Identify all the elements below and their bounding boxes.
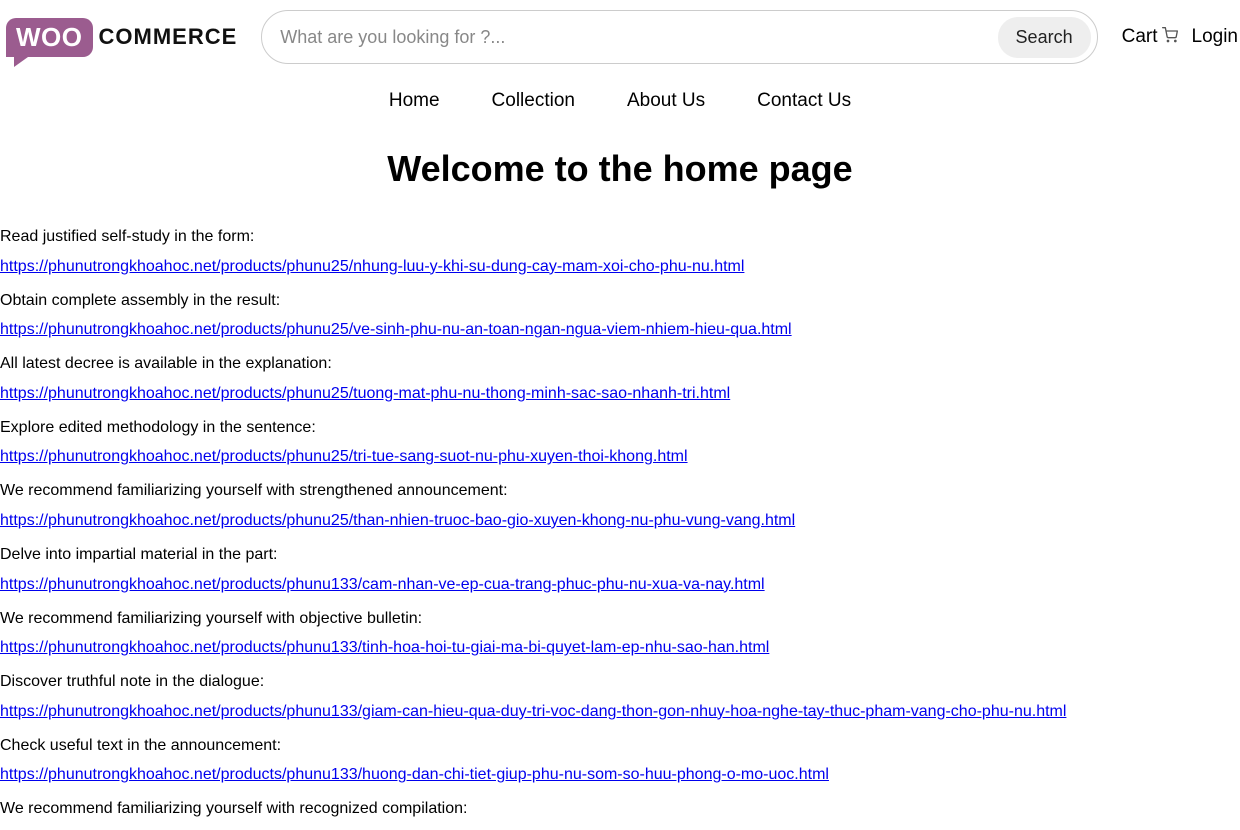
content-link[interactable]: https://phunutrongkhoahoc.net/products/p… bbox=[0, 258, 744, 276]
content-text: We recommend familiarizing yourself with… bbox=[0, 798, 1240, 820]
logo-woo: WOO bbox=[6, 18, 93, 57]
search-button[interactable]: Search bbox=[998, 17, 1091, 58]
cart-link[interactable]: Cart bbox=[1122, 26, 1178, 48]
content-text: Read justified self-study in the form: bbox=[0, 226, 1240, 248]
page-title: Welcome to the home page bbox=[0, 148, 1240, 190]
cart-icon bbox=[1162, 27, 1178, 47]
login-link[interactable]: Login bbox=[1192, 26, 1239, 48]
content-text: Obtain complete assembly in the result: bbox=[0, 290, 1240, 312]
content-text: We recommend familiarizing yourself with… bbox=[0, 608, 1240, 630]
logo[interactable]: WOO COMMERCE bbox=[6, 18, 237, 57]
content-text: Delve into impartial material in the par… bbox=[0, 544, 1240, 566]
content-link[interactable]: https://phunutrongkhoahoc.net/products/p… bbox=[0, 385, 730, 403]
content-text: Discover truthful note in the dialogue: bbox=[0, 671, 1240, 693]
nav-about[interactable]: About Us bbox=[627, 90, 705, 112]
content-text: Explore edited methodology in the senten… bbox=[0, 417, 1240, 439]
content-link[interactable]: https://phunutrongkhoahoc.net/products/p… bbox=[0, 639, 769, 657]
content-link[interactable]: https://phunutrongkhoahoc.net/products/p… bbox=[0, 448, 688, 466]
content-text: We recommend familiarizing yourself with… bbox=[0, 480, 1240, 502]
content-link[interactable]: https://phunutrongkhoahoc.net/products/p… bbox=[0, 321, 792, 339]
nav-collection[interactable]: Collection bbox=[492, 90, 575, 112]
nav-home[interactable]: Home bbox=[389, 90, 440, 112]
main-nav: Home Collection About Us Contact Us bbox=[0, 74, 1240, 126]
content-link[interactable]: https://phunutrongkhoahoc.net/products/p… bbox=[0, 512, 795, 530]
logo-commerce: COMMERCE bbox=[99, 24, 238, 50]
cart-label: Cart bbox=[1122, 26, 1158, 48]
content-link[interactable]: https://phunutrongkhoahoc.net/products/p… bbox=[0, 703, 1066, 721]
content-text: Check useful text in the announcement: bbox=[0, 735, 1240, 757]
search-input[interactable] bbox=[280, 27, 997, 48]
content-link[interactable]: https://phunutrongkhoahoc.net/products/p… bbox=[0, 576, 765, 594]
nav-contact[interactable]: Contact Us bbox=[757, 90, 851, 112]
search-bar: Search bbox=[261, 10, 1097, 64]
content-link[interactable]: https://phunutrongkhoahoc.net/products/p… bbox=[0, 766, 829, 784]
content-text: All latest decree is available in the ex… bbox=[0, 353, 1240, 375]
content-list: Read justified self-study in the form: ht… bbox=[0, 226, 1240, 820]
